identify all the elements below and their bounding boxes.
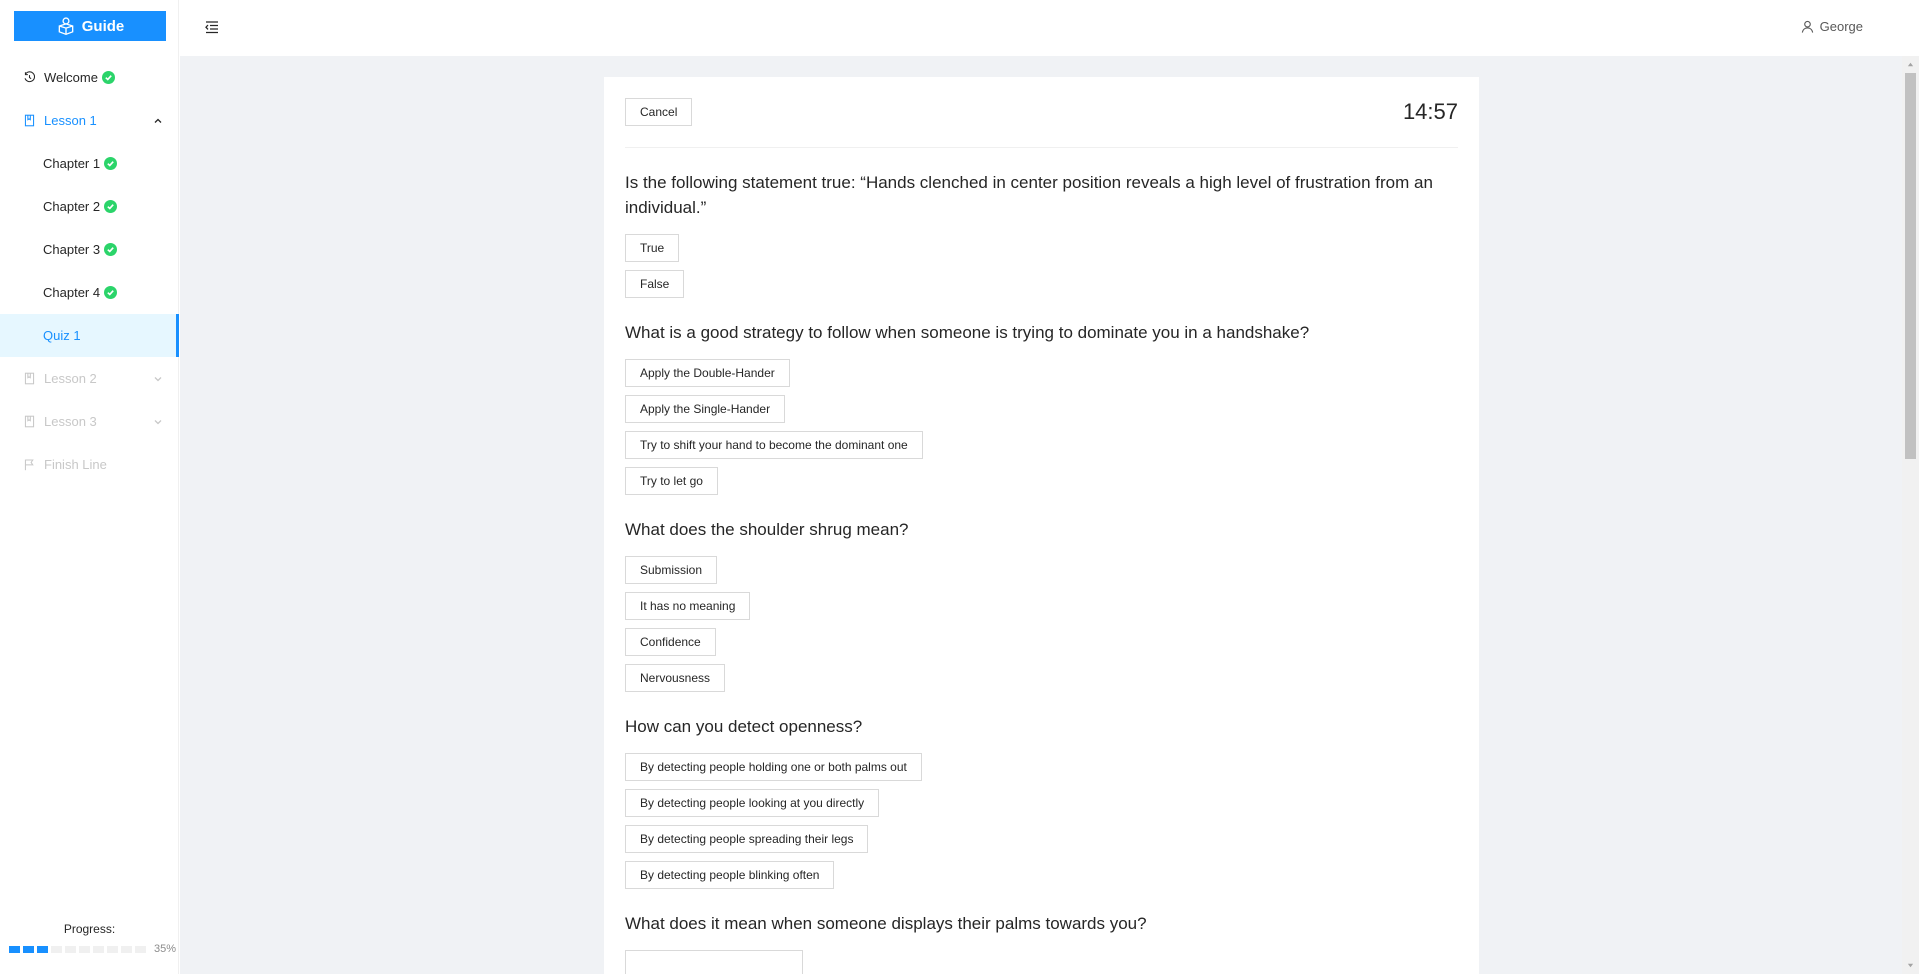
sidebar-item-finish-line[interactable]: Finish Line: [0, 443, 179, 486]
user-icon: [1801, 20, 1813, 33]
answer-option-button[interactable]: Submission: [625, 556, 718, 584]
quiz-card: Cancel 14:57 Is the following statement …: [604, 77, 1479, 974]
sidebar-item-chapter-1[interactable]: Chapter 1: [0, 142, 179, 185]
check-circle-icon: [104, 286, 118, 299]
sidebar-item-label: Chapter 3: [43, 242, 101, 257]
question-text: Is the following statement true: “Hands …: [625, 173, 1433, 217]
progress-segment: [79, 945, 90, 953]
question-list: Is the following statement true: “Hands …: [625, 170, 1458, 974]
sidebar-menu: Welcome Lesson 1 Chapter 1 Chapter 2 Cha…: [0, 56, 179, 486]
sidebar-item-welcome[interactable]: Welcome: [0, 56, 179, 99]
sidebar-item-lesson-3[interactable]: Lesson 3: [0, 400, 179, 443]
answer-options: True False: [625, 234, 1458, 298]
answer-option-button[interactable]: Nervousness: [625, 664, 726, 692]
answer-option-button[interactable]: Try to shift your hand to become the dom…: [625, 431, 923, 459]
menu-fold-icon[interactable]: [203, 18, 221, 36]
question-text: What is a good strategy to follow when s…: [625, 323, 1310, 342]
answer-option-button[interactable]: Apply the Double-Hander: [625, 359, 790, 387]
question-text: What does the shoulder shrug mean?: [625, 520, 909, 539]
page-scrollbar[interactable]: [1902, 56, 1919, 974]
check-circle-icon: [104, 200, 118, 213]
answer-options: By detecting people holding one or both …: [625, 753, 1458, 889]
chevron-up-icon: [153, 116, 163, 126]
sidebar-item-label: Welcome: [44, 70, 98, 85]
book-icon: [22, 415, 36, 429]
progress-segment: [107, 945, 118, 953]
app-logo-label: Guide: [81, 17, 125, 35]
progress-percent: 35%: [154, 943, 177, 955]
question-text: What does it mean when someone displays …: [625, 914, 1147, 933]
answer-option-button[interactable]: It has no meaning: [625, 592, 751, 620]
progress-segment: [65, 945, 76, 953]
answer-option-button[interactable]: Apply the Single-Hander: [625, 395, 786, 423]
flag-icon: [22, 458, 36, 472]
sidebar-item-label: Lesson 2: [44, 371, 97, 386]
sidebar-item-label: Lesson 1: [44, 113, 97, 128]
sidebar-item-label: Finish Line: [44, 457, 107, 472]
quiz-timer: 14:57: [1402, 99, 1458, 124]
chevron-down-icon: [153, 417, 163, 427]
app-logo[interactable]: Guide: [14, 11, 166, 41]
answer-options: [625, 950, 1458, 974]
progress-segment: [93, 945, 104, 953]
sidebar: Guide Welcome Lesson 1 Chapter 1 Chapter…: [0, 0, 179, 974]
answer-option-button[interactable]: Confidence: [625, 628, 716, 656]
check-circle-icon: [104, 157, 118, 170]
sidebar-item-label: Lesson 3: [44, 414, 97, 429]
user-menu[interactable]: George: [1801, 19, 1863, 34]
package-icon: [58, 17, 74, 36]
check-circle-icon: [104, 243, 118, 256]
answer-option-button[interactable]: [625, 950, 803, 974]
answer-option-button[interactable]: By detecting people spreading their legs: [625, 825, 869, 853]
scroll-up-arrow-icon[interactable]: [1902, 56, 1919, 73]
answer-option-button[interactable]: True: [625, 234, 680, 262]
sidebar-item-lesson-2[interactable]: Lesson 2: [0, 357, 179, 400]
answer-option-button[interactable]: By detecting people holding one or both …: [625, 753, 922, 781]
sidebar-item-chapter-4[interactable]: Chapter 4: [0, 271, 179, 314]
quiz-topbar: Cancel 14:57: [625, 98, 1458, 126]
chevron-down-icon: [153, 374, 163, 384]
history-icon: [22, 71, 36, 85]
check-circle-icon: [101, 71, 115, 84]
progress-segment: [9, 945, 20, 953]
sidebar-item-label: Chapter 1: [43, 156, 101, 171]
answer-options: Apply the Double-Hander Apply the Single-…: [625, 359, 1458, 495]
book-icon: [22, 114, 36, 128]
question-text: How can you detect openness?: [625, 717, 863, 736]
top-header: George: [179, 0, 1919, 56]
main-content: Cancel 14:57 Is the following statement …: [180, 56, 1902, 974]
sidebar-item-quiz-1[interactable]: Quiz 1: [0, 314, 179, 357]
sidebar-item-label: Quiz 1: [43, 328, 81, 343]
sidebar-item-chapter-3[interactable]: Chapter 3: [0, 228, 179, 271]
divider: [625, 147, 1458, 148]
sidebar-item-label: Chapter 2: [43, 199, 101, 214]
progress-segments: [9, 945, 146, 953]
progress-segment: [121, 945, 132, 953]
sidebar-item-label: Chapter 4: [43, 285, 101, 300]
progress-segment: [23, 945, 34, 953]
user-name: George: [1819, 19, 1863, 34]
scroll-down-arrow-icon[interactable]: [1902, 957, 1919, 974]
answer-options: Submission It has no meaning Confidence Ner…: [625, 556, 1458, 692]
answer-option-button[interactable]: False: [625, 270, 685, 298]
sidebar-item-lesson-1[interactable]: Lesson 1: [0, 99, 179, 142]
progress-segment: [135, 945, 146, 953]
scrollbar-thumb[interactable]: [1905, 73, 1916, 459]
progress-segment: [51, 945, 62, 953]
answer-option-button[interactable]: By detecting people looking at you direc…: [625, 789, 880, 817]
progress-segment: [37, 945, 48, 953]
sidebar-item-chapter-2[interactable]: Chapter 2: [0, 185, 179, 228]
book-icon: [22, 372, 36, 386]
answer-option-button[interactable]: By detecting people blinking often: [625, 861, 835, 889]
progress-bar: 35%: [9, 943, 176, 955]
answer-option-button[interactable]: Try to let go: [625, 467, 718, 495]
progress-label: Progress:: [63, 922, 116, 936]
cancel-button[interactable]: Cancel: [625, 98, 693, 126]
